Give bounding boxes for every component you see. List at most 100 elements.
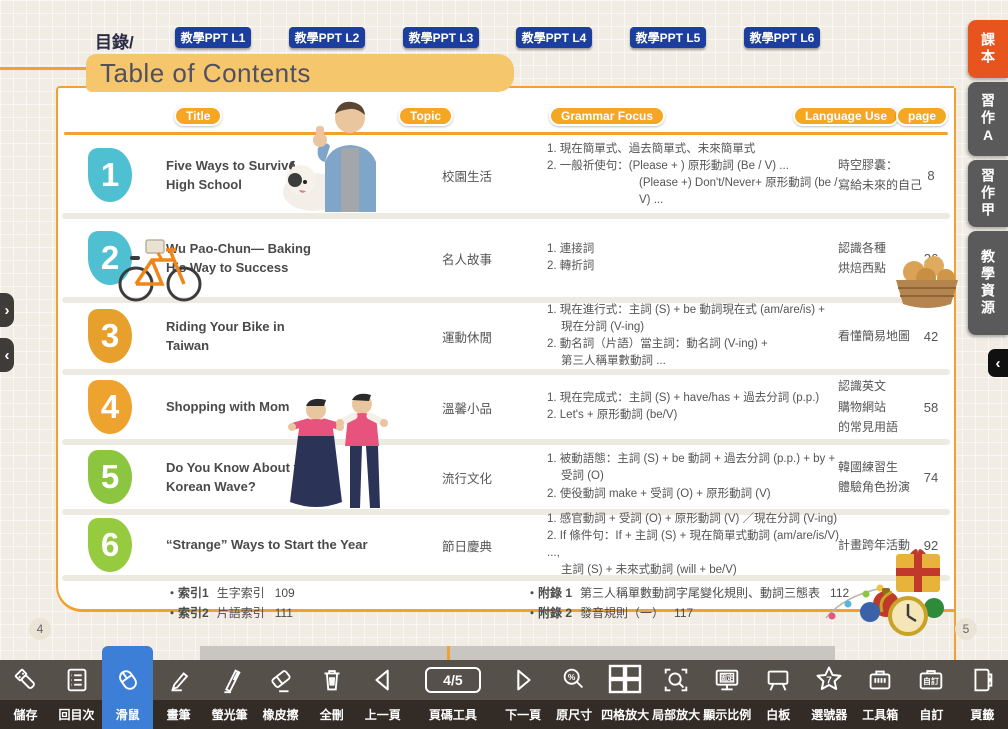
ebook-reader-app: 目錄/ Table of Contents 教學PPT L1 教學PPT L2 …	[0, 0, 1008, 729]
right-collapse-arrow[interactable]: ‹	[988, 349, 1008, 377]
toc-chinese-label: 目錄/	[95, 28, 134, 53]
column-header-grammar: Grammar Focus	[549, 106, 665, 126]
lesson-topic: 運動休閒	[442, 303, 542, 369]
lesson-number-badge: 3	[88, 309, 132, 363]
prev-triangle-icon	[357, 660, 408, 700]
toc-row-lesson3: 3 Riding Your Bike in Taiwan 運動休閒 1. 現在進…	[58, 303, 954, 369]
ppt-button-l4[interactable]: 教學PPT L4	[516, 27, 592, 48]
page-number-left: 4	[29, 618, 51, 640]
lesson-topic: 溫馨小品	[442, 375, 542, 439]
column-header-topic: Topic	[398, 106, 453, 126]
lesson-grammar: 1. 現在進行式：主詞 (S) + be 動詞現在式 (am/are/is) +…	[547, 303, 847, 369]
trash-icon	[306, 660, 357, 700]
delete-all-button[interactable]: 全刪	[306, 660, 357, 729]
bottom-toolbar: 儲存 回目次 滑鼠 畫筆	[0, 660, 1008, 729]
highlighter-icon	[204, 660, 255, 700]
lesson-topic: 節日慶典	[442, 515, 542, 575]
column-header-page: page	[896, 106, 948, 126]
column-header-title: Title	[174, 106, 222, 126]
index-notes: ・索引1生字索引109 ・索引2片語索引111	[166, 583, 295, 624]
column-header-language: Language Use	[793, 106, 899, 126]
star-number-icon: 7	[804, 660, 855, 700]
highlighter-tool-button[interactable]: 螢光筆	[204, 660, 255, 729]
lesson-page-number: 92	[908, 515, 954, 575]
page-tabs-button[interactable]: 頁籤	[957, 660, 1008, 729]
region-zoom-button[interactable]: 局部放大	[651, 660, 702, 729]
lesson-title: Shopping with Mom	[166, 375, 326, 439]
previous-page-button[interactable]: 上一頁	[357, 660, 408, 729]
ppt-button-l2[interactable]: 教學PPT L2	[289, 27, 365, 48]
eraser-icon	[255, 660, 306, 700]
tab-textbook[interactable]: 課本	[968, 20, 1008, 78]
toc-row-lesson4: 4 Shopping with Mom 溫馨小品 1. 現在完成式：主詞 (S)…	[58, 375, 954, 439]
mouse-tool-button[interactable]: 滑鼠	[102, 646, 153, 729]
left-edge-prev-arrow[interactable]: ‹	[0, 338, 14, 372]
page-number-right: 5	[955, 618, 977, 640]
lesson-topic: 流行文化	[442, 445, 542, 509]
lesson-grammar: 1. 被動語態：主詞 (S) + be 動詞 + 過去分詞 (p.p.) + b…	[547, 445, 847, 509]
eraser-tool-button[interactable]: 橡皮擦	[255, 660, 306, 729]
zoom-percent-icon: %	[549, 660, 600, 700]
svg-text:自訂: 自訂	[923, 676, 939, 686]
lesson-title: Wu Pao-Chun— Baking His Way to Success	[166, 219, 326, 297]
lesson-number-badge: 6	[88, 518, 132, 572]
display-ratio-icon: 固定	[702, 660, 753, 700]
tab-workbook-a[interactable]: 習作A	[968, 82, 1008, 156]
custom-tools-button[interactable]: 自訂 自訂	[906, 660, 957, 729]
lesson-page-number: 74	[908, 445, 954, 509]
save-button[interactable]: 儲存	[0, 660, 51, 729]
lesson-page-number: 42	[908, 303, 954, 369]
lesson-title: Do You Know About the Korean Wave?	[166, 445, 326, 509]
whiteboard-icon	[753, 660, 804, 700]
lesson-topic: 名人故事	[442, 219, 542, 297]
lesson-topic: 校園生活	[442, 137, 542, 213]
tab-workbook-jia[interactable]: 習作甲	[968, 160, 1008, 227]
lesson-page-number: 58	[908, 375, 954, 439]
toolbox-button[interactable]: 工具箱	[855, 660, 906, 729]
ppt-button-l3[interactable]: 教學PPT L3	[403, 27, 479, 48]
appendix-notes: ・附錄 1第三人稱單數動詞字尾變化規則、動詞三態表112 ・附錄 2發音規則（一…	[526, 583, 849, 624]
next-triangle-icon	[498, 660, 549, 700]
page-title: Table of Contents	[100, 58, 311, 89]
whiteboard-button[interactable]: 白板	[753, 660, 804, 729]
mouse-icon	[102, 660, 153, 700]
number-picker-button[interactable]: 7 選號器	[804, 660, 855, 729]
toolbox-icon	[855, 660, 906, 700]
next-page-button[interactable]: 下一頁	[498, 660, 549, 729]
lesson-grammar: 1. 感官動詞 + 受詞 (O) + 原形動詞 (V) ／現在分詞 (V-ing…	[547, 515, 847, 575]
toc-row-lesson1: 1 Five Ways to Survive High School 校園生活 …	[58, 137, 954, 213]
svg-text:7: 7	[826, 676, 832, 687]
toc-rows: 1 Five Ways to Survive High School 校園生活 …	[58, 137, 954, 614]
ppt-button-l1[interactable]: 教學PPT L1	[175, 27, 251, 48]
lesson-number-badge: 2	[88, 231, 132, 285]
banner-left-line	[0, 67, 88, 70]
svg-text:%: %	[568, 672, 576, 682]
header-divider	[64, 132, 948, 135]
ppt-button-l5[interactable]: 教學PPT L5	[630, 27, 706, 48]
toolbar-slide-handle[interactable]	[200, 646, 835, 660]
page-indicator[interactable]: 4/5	[425, 667, 480, 693]
lesson-title: Riding Your Bike in Taiwan	[166, 303, 326, 369]
lesson-grammar: 1. 連接詞 2. 轉折詞	[547, 219, 847, 297]
toc-panel: Title Topic Grammar Focus Language Use p…	[56, 86, 954, 612]
custom-case-icon: 自訂	[906, 660, 957, 700]
pen-icon	[153, 660, 204, 700]
region-zoom-icon	[651, 660, 702, 700]
display-ratio-button[interactable]: 固定 顯示比例	[702, 660, 753, 729]
page-number-tool[interactable]: 4/5 頁碼工具	[408, 660, 497, 729]
book-tabs: 課本 習作A 習作甲 教學資源	[968, 20, 1008, 335]
back-to-contents-button[interactable]: 回目次	[51, 660, 102, 729]
lesson-number-badge: 1	[88, 148, 132, 202]
original-size-button[interactable]: % 原尺寸	[549, 660, 600, 729]
four-grid-zoom-button[interactable]: 四格放大	[600, 660, 651, 729]
lesson-title: “Strange” Ways to Start the Year	[166, 515, 396, 575]
toc-footnotes: ・索引1生字索引109 ・索引2片語索引111 ・附錄 1第三人稱單數動詞字尾變…	[58, 581, 954, 614]
left-edge-next-arrow[interactable]: ›	[0, 293, 14, 327]
contents-list-icon	[51, 660, 102, 700]
ppt-button-l6[interactable]: 教學PPT L6	[744, 27, 820, 48]
lesson-page-number: 26	[908, 219, 954, 297]
page-tab-icon	[957, 660, 1008, 700]
usb-save-icon	[0, 660, 51, 700]
tab-teaching-resources[interactable]: 教學資源	[968, 231, 1008, 335]
pen-tool-button[interactable]: 畫筆	[153, 660, 204, 729]
